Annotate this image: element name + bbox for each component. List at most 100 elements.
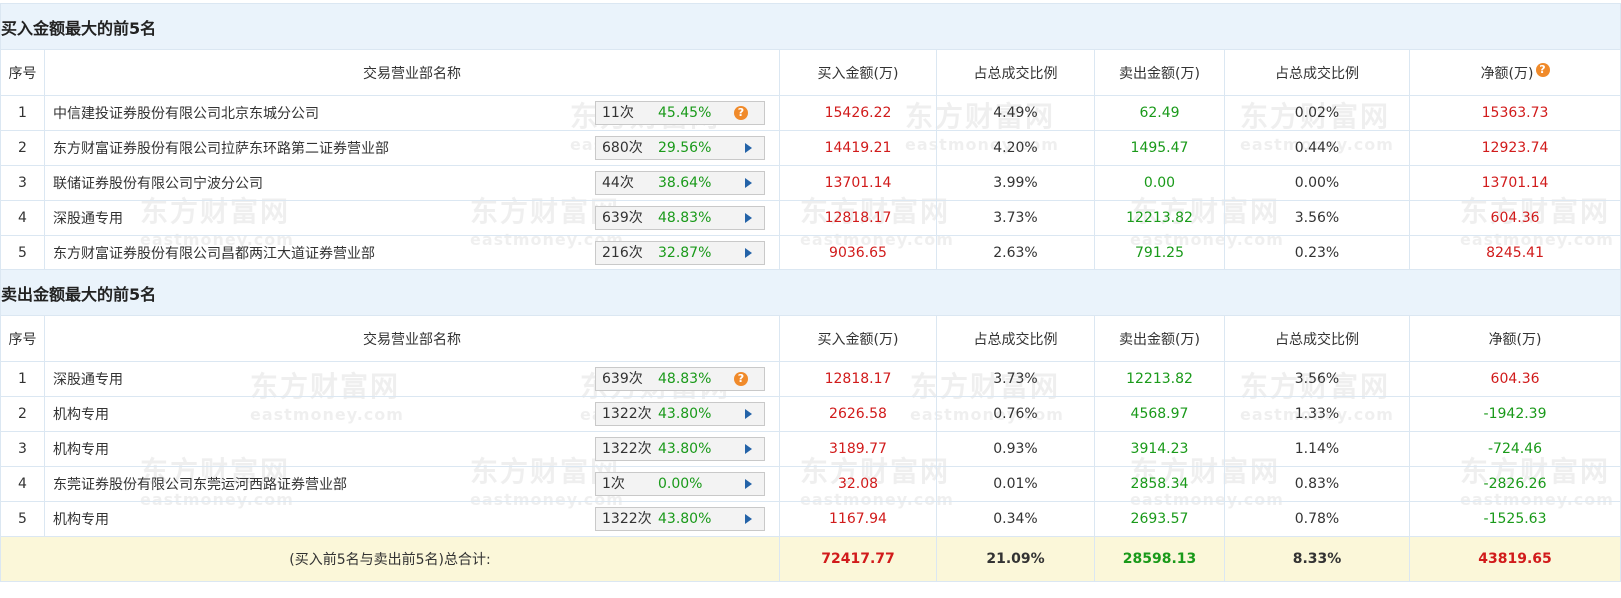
history-pill[interactable]: 1322次 43.80% xyxy=(595,507,765,531)
buy-amount: 2626.58 xyxy=(779,396,937,432)
table-row: 1 中信建投证券股份有限公司北京东城分公司 11次 45.45%? 15426.22 4.… xyxy=(0,95,1621,131)
buy-ratio: 4.49% xyxy=(936,95,1095,131)
broker-name[interactable]: 东方财富证券股份有限公司昌都两江大道证券营业部 xyxy=(53,243,375,263)
expand-arrow-icon[interactable] xyxy=(745,409,752,419)
total-buy-ratio: 21.09% xyxy=(936,536,1095,582)
sell-ratio: 1.14% xyxy=(1224,431,1410,467)
total-sell-ratio: 8.33% xyxy=(1224,536,1410,582)
history-pill[interactable]: 639次 48.83%? xyxy=(595,367,765,391)
history-rate: 38.64% xyxy=(658,175,712,191)
broker-name[interactable]: 深股通专用 xyxy=(53,208,123,228)
buy-ratio: 3.73% xyxy=(936,361,1095,397)
row-seq: 4 xyxy=(0,466,45,502)
net-amount: 12923.74 xyxy=(1408,130,1621,166)
col-header-buy: 买入金额(万) xyxy=(779,315,937,362)
buy-amount: 13701.14 xyxy=(779,165,937,201)
buy-ratio: 0.34% xyxy=(936,501,1095,537)
history-pill[interactable]: 1322次 43.80% xyxy=(595,437,765,461)
buy-ratio: 0.76% xyxy=(936,396,1095,432)
sell-amount: 4568.97 xyxy=(1094,396,1225,432)
col-header-sell-ratio: 占总成交比例 xyxy=(1224,315,1410,362)
history-pill[interactable]: 1322次 43.80% xyxy=(595,402,765,426)
buy-top5-table: 买入金额最大的前5名 序号 交易营业部名称 买入金额(万) 占总成交比例 卖出金… xyxy=(0,3,1621,271)
table-row: 5 机构专用 1322次 43.80% 1167.94 0.34% 2693.57 0.78%… xyxy=(0,501,1621,537)
history-pill[interactable]: 680次 29.56% xyxy=(595,136,765,160)
sell-ratio: 3.56% xyxy=(1224,361,1410,397)
table-row: 2 机构专用 1322次 43.80% 2626.58 0.76% 4568.97 1.33%… xyxy=(0,396,1621,432)
expand-arrow-icon[interactable] xyxy=(745,514,752,524)
row-seq: 5 xyxy=(0,501,45,537)
broker-name[interactable]: 联储证券股份有限公司宁波分公司 xyxy=(53,173,263,193)
buy-amount: 32.08 xyxy=(779,466,937,502)
history-count: 216次 xyxy=(602,245,643,261)
sell-amount: 2693.57 xyxy=(1094,501,1225,537)
sell-amount: 62.49 xyxy=(1094,95,1225,131)
broker-cell: 深股通专用 639次 48.83% xyxy=(44,200,780,236)
table-row: 4 深股通专用 639次 48.83% 12818.17 3.73% 12213.82 3.5… xyxy=(0,200,1621,236)
sell-ratio: 0.02% xyxy=(1224,95,1410,131)
table-row: 3 机构专用 1322次 43.80% 3189.77 0.93% 3914.23 1.14%… xyxy=(0,431,1621,467)
broker-name[interactable]: 深股通专用 xyxy=(53,369,123,389)
buy-amount: 14419.21 xyxy=(779,130,937,166)
broker-name[interactable]: 机构专用 xyxy=(53,509,109,529)
history-pill[interactable]: 216次 32.87% xyxy=(595,241,765,265)
row-seq: 3 xyxy=(0,431,45,467)
broker-name[interactable]: 中信建投证券股份有限公司北京东城分公司 xyxy=(53,103,319,123)
total-buy: 72417.77 xyxy=(779,536,937,582)
history-pill[interactable]: 639次 48.83% xyxy=(595,206,765,230)
broker-cell: 机构专用 1322次 43.80% xyxy=(44,501,780,537)
col-header-net: 净额(万)? xyxy=(1408,49,1621,96)
col-header-buy-ratio: 占总成交比例 xyxy=(936,315,1095,362)
net-amount: -1942.39 xyxy=(1408,396,1621,432)
history-rate: 32.87% xyxy=(658,245,712,261)
history-count: 1322次 xyxy=(602,441,652,457)
buy-ratio: 0.93% xyxy=(936,431,1095,467)
history-count: 44次 xyxy=(602,175,634,191)
net-amount: 15363.73 xyxy=(1408,95,1621,131)
expand-arrow-icon[interactable] xyxy=(745,143,752,153)
expand-arrow-icon[interactable] xyxy=(745,444,752,454)
net-amount: 604.36 xyxy=(1408,361,1621,397)
sell-amount: 2858.34 xyxy=(1094,466,1225,502)
broker-cell: 机构专用 1322次 43.80% xyxy=(44,396,780,432)
row-seq: 1 xyxy=(0,361,45,397)
history-pill[interactable]: 11次 45.45%? xyxy=(595,101,765,125)
col-header-sell: 卖出金额(万) xyxy=(1094,49,1225,96)
row-seq: 4 xyxy=(0,200,45,236)
broker-name[interactable]: 东莞证券股份有限公司东莞运河西路证券营业部 xyxy=(53,474,347,494)
sell-header-row: 序号 交易营业部名称 买入金额(万) 占总成交比例 卖出金额(万) 占总成交比例… xyxy=(0,315,1621,362)
expand-arrow-icon[interactable] xyxy=(745,178,752,188)
row-seq: 2 xyxy=(0,396,45,432)
total-sell: 28598.13 xyxy=(1094,536,1225,582)
net-amount: -2826.26 xyxy=(1408,466,1621,502)
help-icon[interactable]: ? xyxy=(1535,62,1550,77)
history-rate: 43.80% xyxy=(658,441,712,457)
row-seq: 5 xyxy=(0,235,45,271)
help-icon[interactable]: ? xyxy=(734,372,748,386)
net-amount: 8245.41 xyxy=(1408,235,1621,271)
history-count: 1次 xyxy=(602,476,625,492)
col-header-buy: 买入金额(万) xyxy=(779,49,937,96)
table-row: 5 东方财富证券股份有限公司昌都两江大道证券营业部 216次 32.87% 9036.6… xyxy=(0,235,1621,271)
col-header-name: 交易营业部名称 xyxy=(44,315,780,362)
expand-arrow-icon[interactable] xyxy=(745,213,752,223)
broker-name[interactable]: 机构专用 xyxy=(53,404,109,424)
help-icon[interactable]: ? xyxy=(734,106,748,120)
buy-header-row: 序号 交易营业部名称 买入金额(万) 占总成交比例 卖出金额(万) 占总成交比例… xyxy=(0,49,1621,96)
broker-cell: 深股通专用 639次 48.83%? xyxy=(44,361,780,397)
table-row: 4 东莞证券股份有限公司东莞运河西路证券营业部 1次 0.00% 32.08 0.01% 2… xyxy=(0,466,1621,502)
buy-ratio: 3.99% xyxy=(936,165,1095,201)
broker-name[interactable]: 机构专用 xyxy=(53,439,109,459)
sell-amount: 0.00 xyxy=(1094,165,1225,201)
history-pill[interactable]: 44次 38.64% xyxy=(595,171,765,195)
expand-arrow-icon[interactable] xyxy=(745,479,752,489)
col-header-sell-ratio: 占总成交比例 xyxy=(1224,49,1410,96)
sell-ratio: 0.23% xyxy=(1224,235,1410,271)
broker-name[interactable]: 东方财富证券股份有限公司拉萨东环路第二证券营业部 xyxy=(53,138,389,158)
sell-amount: 12213.82 xyxy=(1094,361,1225,397)
expand-arrow-icon[interactable] xyxy=(745,248,752,258)
row-seq: 3 xyxy=(0,165,45,201)
history-count: 1322次 xyxy=(602,406,652,422)
history-pill[interactable]: 1次 0.00% xyxy=(595,472,765,496)
sell-ratio: 0.78% xyxy=(1224,501,1410,537)
